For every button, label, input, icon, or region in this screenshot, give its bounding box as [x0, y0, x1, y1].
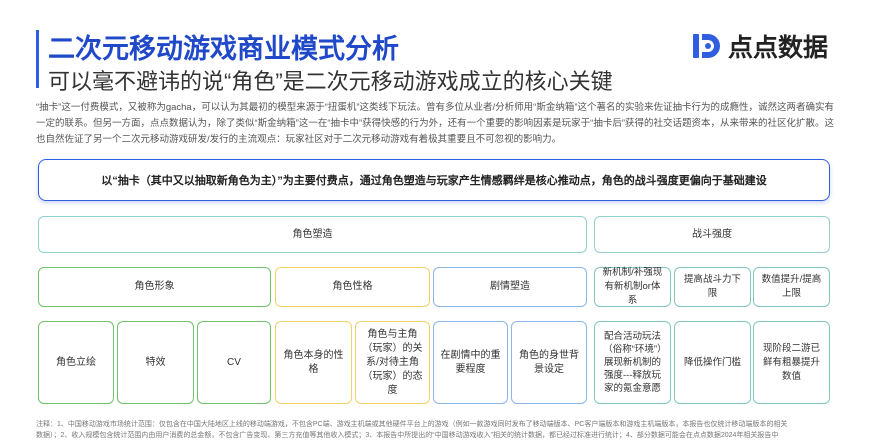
item-lower-threshold: 降低操作门槛: [674, 321, 751, 404]
sub-character-personality: 角色性格: [275, 267, 430, 307]
item-own-personality: 角色本身的性格: [275, 321, 352, 404]
logo-text: 点点数据: [728, 34, 829, 62]
footnote-line-1: 注释：1、中国移动游戏市场统计范围：仅包含在中国大陆地区上线的移动端游戏，不包含…: [36, 421, 788, 428]
item-relationship-with-player: 角色与主角（玩家）的关系/对待主角（玩家）的态度: [355, 321, 430, 404]
item-numeric-boost: 现阶段二游已鲜有粗暴提升数值: [753, 321, 830, 404]
footnote: 注释：1、中国移动游戏市场统计范围：仅包含在中国大陆地区上线的移动端游戏，不包含…: [36, 419, 836, 440]
page-subtitle: 可以毫不避讳的说“角色”是二次元移动游戏成立的核心关键: [48, 69, 613, 94]
category-character-shaping: 角色塑造: [38, 216, 587, 253]
brand-logo: 点点数据: [690, 28, 828, 64]
item-cv: CV: [197, 321, 271, 404]
sub-new-mechanism: 新机制/补强现有新机制or体系: [594, 267, 671, 307]
sub-raise-floor: 提高战斗力下限: [674, 267, 751, 307]
intro-paragraph: “抽卡”这一付费模式，又被称为gacha，可以认为其最初的模型来源于“扭蛋机”这…: [36, 102, 835, 145]
item-event-mechanism: 配合活动玩法（俗称“环境”）展现新机制的强度---释放玩家的氪金意愿: [594, 321, 671, 404]
item-backstory: 角色的身世背景设定: [511, 321, 587, 404]
item-story-importance: 在剧情中的重要程度: [433, 321, 508, 404]
item-character-art: 角色立绘: [38, 321, 114, 404]
category-combat-strength: 战斗强度: [594, 216, 830, 253]
page-title: 二次元移动游戏商业模式分析: [48, 34, 399, 64]
title-accent-bar: [36, 30, 39, 88]
item-effects: 特效: [117, 321, 194, 404]
footnote-line-2: 数据）；2、收入规模包含统计范围内由用户消费的总金额，不包含广告变现、第三方充值…: [36, 432, 779, 439]
summary-box: 以“抽卡（其中又以抽取新角色为主）”为主要付费点，通过角色塑造与玩家产生情感羁绊…: [38, 159, 830, 201]
dd-logo-icon: [690, 29, 724, 63]
sub-character-image: 角色形象: [38, 267, 271, 307]
sub-story-shaping: 剧情塑造: [433, 267, 587, 307]
sub-raise-ceiling: 数值提升/提高上限: [753, 267, 830, 307]
